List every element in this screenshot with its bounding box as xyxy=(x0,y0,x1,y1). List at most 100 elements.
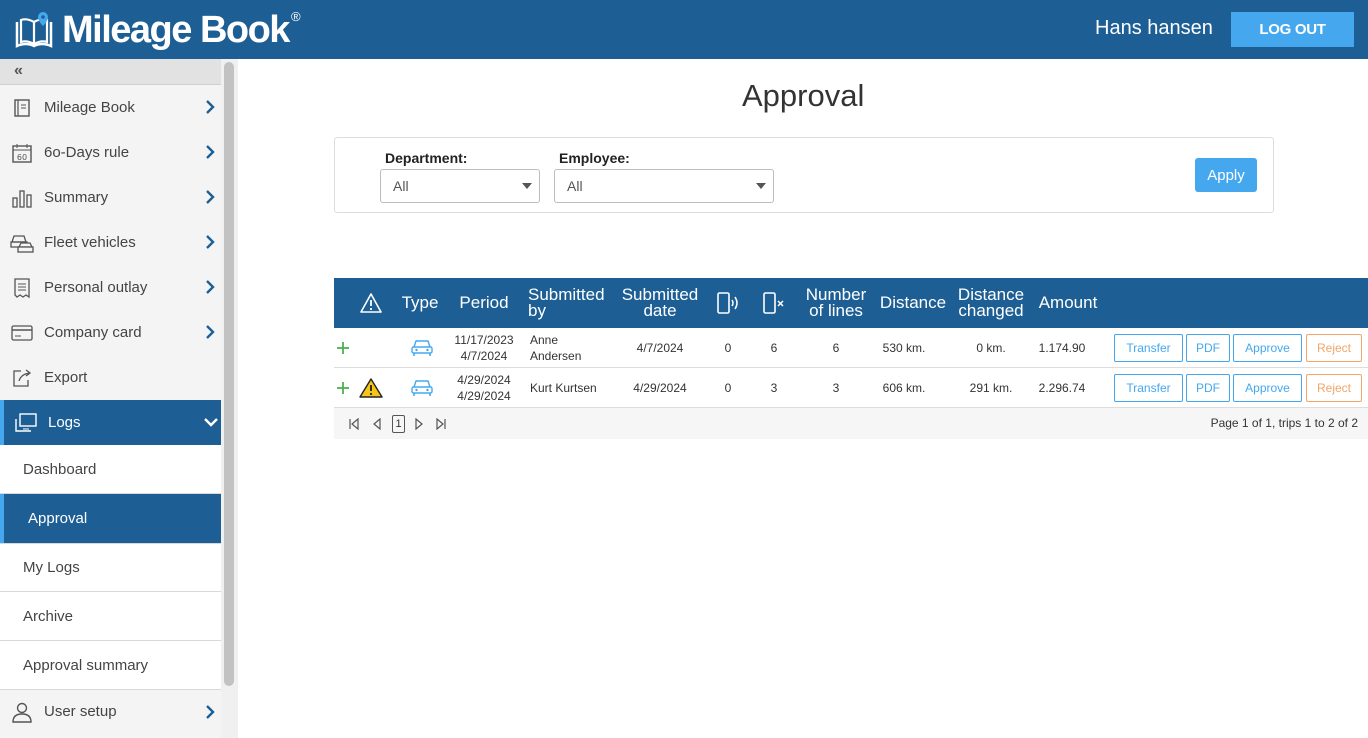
submitted-date-cell: 4/29/2024 xyxy=(633,381,687,395)
submitted-date-cell: 4/7/2024 xyxy=(636,341,684,355)
export-icon xyxy=(10,366,34,390)
column-header-amount[interactable]: Amount xyxy=(1034,278,1102,328)
chevron-right-icon xyxy=(206,235,215,249)
car-icon xyxy=(411,340,433,356)
cars-icon xyxy=(10,231,34,255)
warning-icon xyxy=(359,378,383,398)
column-header-phone-x[interactable] xyxy=(758,278,790,328)
chevron-right-icon xyxy=(206,325,215,339)
sidebar: « Mileage Book 60 6o-Days rule Summary F… xyxy=(0,59,238,738)
number-of-lines-cell: 3 xyxy=(832,381,840,395)
book-icon xyxy=(10,96,34,120)
sidebar-subitem-approval[interactable]: Approval xyxy=(0,494,221,543)
distance-cell: 606 km. xyxy=(882,381,926,395)
filter-panel: Department: All Employee: All Apply xyxy=(334,137,1274,213)
sidebar-item-fleet-vehicles[interactable]: Fleet vehicles xyxy=(0,220,221,265)
submitted-by-cell: Anne Andersen xyxy=(530,333,582,363)
current-page-number[interactable]: 1 xyxy=(392,415,405,433)
sidebar-item-60-days-rule[interactable]: 60 6o-Days rule xyxy=(0,130,221,175)
table-row[interactable]: 11/17/2023 4/7/2024 Anne Andersen 4/7/20… xyxy=(334,328,1368,368)
phone-x-icon xyxy=(763,292,784,314)
distance-changed-cell: 291 km. xyxy=(969,381,1013,395)
logs-icon xyxy=(14,411,38,435)
sidebar-item-label: User setup xyxy=(44,703,117,720)
department-label: Department: xyxy=(385,150,468,166)
phone-signal-cell: 0 xyxy=(724,341,732,355)
transfer-button[interactable]: Transfer xyxy=(1114,374,1183,402)
period-start: 4/29/2024 xyxy=(457,373,511,387)
period-start: 11/17/2023 xyxy=(454,333,514,347)
column-header-warning[interactable] xyxy=(354,278,388,328)
expand-row-button[interactable] xyxy=(334,368,352,408)
employee-select[interactable]: All xyxy=(554,169,774,203)
sidebar-item-label: Fleet vehicles xyxy=(44,234,136,251)
sidebar-item-summary[interactable]: Summary xyxy=(0,175,221,220)
app-logo[interactable]: Mileage Book ® xyxy=(14,6,301,54)
type-cell xyxy=(408,368,436,408)
sidebar-item-company-card[interactable]: Company card xyxy=(0,310,221,355)
column-header-submitted-date[interactable]: Submitted date xyxy=(618,278,702,328)
chevron-right-icon xyxy=(206,100,215,114)
last-page-button[interactable] xyxy=(434,416,448,432)
column-header-type[interactable]: Type xyxy=(396,278,444,328)
table-pager: 1 Page 1 of 1, trips 1 to 2 of 2 xyxy=(334,408,1368,439)
pdf-button[interactable]: PDF xyxy=(1186,374,1230,402)
chevron-down-icon xyxy=(204,418,218,427)
last-page-icon xyxy=(436,418,446,430)
column-header-number-of-lines[interactable]: Number of lines xyxy=(800,278,872,328)
distance-changed-cell: 0 km. xyxy=(976,341,1006,355)
approve-button[interactable]: Approve xyxy=(1233,374,1302,402)
employee-select-value: All xyxy=(567,178,583,194)
column-header-distance-changed[interactable]: Distance changed xyxy=(954,278,1028,328)
transfer-button[interactable]: Transfer xyxy=(1114,334,1183,362)
sidebar-subitem-approval-summary[interactable]: Approval summary xyxy=(0,641,221,690)
reject-button[interactable]: Reject xyxy=(1306,334,1362,362)
previous-page-button[interactable] xyxy=(370,416,384,432)
sidebar-item-label: 6o-Days rule xyxy=(44,144,130,161)
sidebar-collapse-button[interactable]: « xyxy=(0,59,221,85)
phone-x-cell: 3 xyxy=(770,381,778,395)
logout-button[interactable]: LOG OUT xyxy=(1231,12,1354,47)
department-select-value: All xyxy=(393,178,409,194)
column-header-period[interactable]: Period xyxy=(452,278,516,328)
sidebar-item-logs[interactable]: Logs xyxy=(0,400,221,445)
sidebar-item-label: Personal outlay xyxy=(44,279,148,296)
table-row[interactable]: 4/29/2024 4/29/2024 Kurt Kurtsen 4/29/20… xyxy=(334,368,1368,408)
sidebar-subitem-archive[interactable]: Archive xyxy=(0,592,221,641)
sidebar-scrollbar-thumb[interactable] xyxy=(224,62,234,686)
expand-row-button[interactable] xyxy=(334,328,352,368)
svg-text:60: 60 xyxy=(17,153,27,162)
logo-registered-mark: ® xyxy=(290,8,301,24)
reject-button[interactable]: Reject xyxy=(1306,374,1362,402)
sidebar-subitem-dashboard[interactable]: Dashboard xyxy=(0,445,221,494)
phone-signal-cell: 0 xyxy=(724,381,732,395)
next-page-button[interactable] xyxy=(412,416,426,432)
apply-button[interactable]: Apply xyxy=(1195,158,1257,192)
sidebar-item-label: Logs xyxy=(48,414,81,431)
number-of-lines-cell: 6 xyxy=(832,341,840,355)
sidebar-item-user-setup[interactable]: User setup xyxy=(0,690,221,733)
column-header-phone-signal[interactable] xyxy=(712,278,744,328)
first-page-button[interactable] xyxy=(347,416,361,432)
column-header-submitted-by[interactable]: Submitted by xyxy=(528,278,608,328)
sidebar-item-mileage-book[interactable]: Mileage Book xyxy=(0,85,221,130)
period-end: 4/7/2024 xyxy=(460,349,508,363)
first-page-icon xyxy=(349,418,359,430)
sidebar-item-personal-outlay[interactable]: Personal outlay xyxy=(0,265,221,310)
credit-card-icon xyxy=(10,321,34,345)
period-end: 4/29/2024 xyxy=(457,389,511,403)
column-header-distance[interactable]: Distance xyxy=(878,278,948,328)
warning-cell xyxy=(358,368,384,408)
sidebar-item-export[interactable]: Export xyxy=(0,355,221,400)
car-icon xyxy=(411,380,433,396)
top-bar: Mileage Book ® Hans hansen LOG OUT xyxy=(0,0,1368,59)
sidebar-subitem-my-logs[interactable]: My Logs xyxy=(0,543,221,592)
pdf-button[interactable]: PDF xyxy=(1186,334,1230,362)
chevron-right-icon xyxy=(206,280,215,294)
pager-info: Page 1 of 1, trips 1 to 2 of 2 xyxy=(1210,416,1358,430)
caret-down-icon xyxy=(756,183,766,189)
department-select[interactable]: All xyxy=(380,169,540,203)
calendar-60-icon: 60 xyxy=(10,141,34,165)
plus-icon xyxy=(337,382,349,394)
approve-button[interactable]: Approve xyxy=(1233,334,1302,362)
